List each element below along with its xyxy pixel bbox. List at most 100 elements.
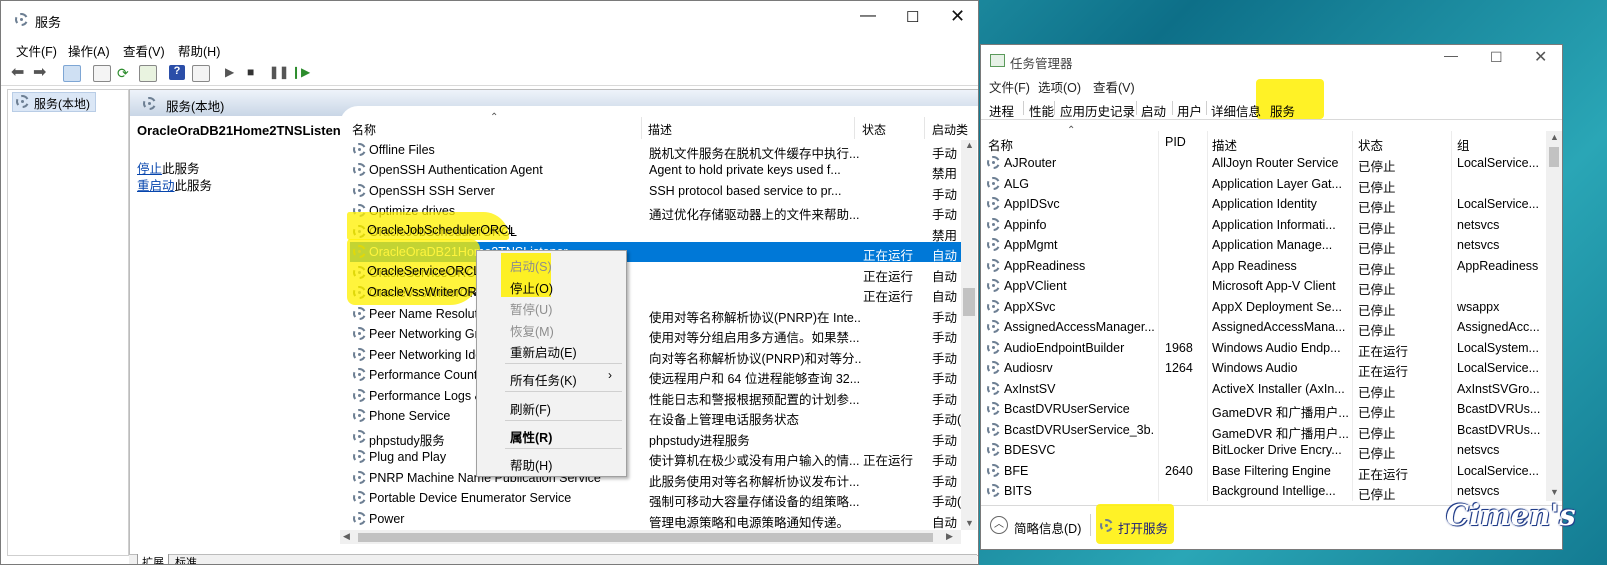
tab-details[interactable]: 详细信息	[1211, 101, 1261, 120]
tm-column-group[interactable]: 组	[1457, 135, 1470, 154]
column-status[interactable]: 状态	[862, 121, 886, 138]
service-row[interactable]: phpstudy服务 phpstudy进程服务 手动	[350, 427, 970, 448]
fewer-details-button[interactable]: 简略信息(D)	[1014, 518, 1081, 537]
menu-view[interactable]: 查看(V)	[123, 41, 165, 60]
menu-item-resume[interactable]: 恢复(M)	[510, 321, 554, 340]
tm-close-button[interactable]: ✕	[1534, 47, 1547, 67]
service-row[interactable]: Power 管理电源策略和电源策略通知传递。 自动	[350, 509, 970, 530]
service-row[interactable]: OpenSSH SSH Server SSH protocol based ser…	[350, 181, 970, 202]
tm-column-pid[interactable]: PID	[1165, 135, 1186, 149]
tab-services[interactable]: 服务	[1270, 101, 1295, 120]
forward-arrow-icon[interactable]: ➡	[33, 62, 49, 81]
scroll-right-icon[interactable]: ▶	[946, 531, 953, 542]
tm-service-row[interactable]: AppVClient Microsoft App-V Client 已停止	[981, 276, 1546, 297]
stop-service-icon[interactable]: ■	[247, 65, 263, 80]
tm-service-row[interactable]: BDESVC BitLocker Drive Encry... 已停止 netsvcs	[981, 440, 1546, 461]
column-name[interactable]: 名称	[352, 121, 376, 138]
tm-service-row[interactable]: AudioEndpointBuilder 1968 Windows Audio En…	[981, 338, 1546, 359]
tm-menu-view[interactable]: 查看(V)	[1093, 77, 1135, 96]
service-row[interactable]: PNRP Machine Name Publication Service 此服务…	[350, 468, 970, 489]
menu-item-refresh[interactable]: 刷新(F)	[510, 399, 551, 418]
scroll-left-icon[interactable]: ◀	[343, 531, 350, 542]
menu-action[interactable]: 操作(A)	[68, 41, 110, 60]
service-row[interactable]: Portable Device Enumerator Service 强制可移动大…	[350, 488, 974, 509]
menu-file[interactable]: 文件(F)	[16, 41, 57, 60]
minimize-button[interactable]: —	[860, 7, 876, 25]
tm-service-row[interactable]: AppMgmt Application Manage... 已停止 netsvcs	[981, 235, 1546, 256]
service-row[interactable]: Offline Files 脱机文件服务在脱机文件缓存中执行... 手动	[350, 140, 970, 161]
export-list-icon[interactable]	[139, 65, 157, 82]
menu-item-properties[interactable]: 属性(R)	[510, 427, 552, 446]
tab-standard[interactable]: 标准	[171, 554, 201, 564]
tm-scrollbar[interactable]: ▲ ▼	[1546, 131, 1562, 501]
open-services-link[interactable]: 打开服务	[1118, 518, 1168, 537]
service-row[interactable]: Peer Networking Grouping 使用对等分组启用多方通信。如果禁…	[350, 324, 970, 345]
column-startup-type[interactable]: 启动类	[932, 121, 968, 138]
tm-service-row[interactable]: BFE 2640 Base Filtering Engine 正在运行 LocalSer…	[981, 461, 1546, 482]
tm-service-row[interactable]: ALG Application Layer Gat... 已停止	[981, 174, 1546, 195]
help-icon[interactable]: ?	[169, 65, 185, 80]
tree-item-services-local[interactable]: 服务(本地)	[12, 92, 96, 112]
horizontal-scrollbar[interactable]: ◀ ▶	[340, 530, 961, 544]
tm-service-row[interactable]: Appinfo Application Informati... 已停止 netsvc…	[981, 215, 1546, 236]
service-row[interactable]: Plug and Play 使计算机在极少或没有用户输入的情... 正在运行 手动	[350, 447, 970, 468]
scrollbar-thumb[interactable]	[1549, 147, 1559, 167]
scroll-down-icon[interactable]: ▼	[965, 518, 974, 528]
tm-service-row[interactable]: BcastDVRUserService GameDVR 和广播用户... 已停止 Bc…	[981, 399, 1546, 420]
tm-service-row[interactable]: Audiosrv 1264 Windows Audio 正在运行 LocalServic…	[981, 358, 1546, 379]
scroll-up-icon[interactable]: ▲	[965, 140, 974, 150]
tab-users[interactable]: 用户	[1177, 101, 1202, 120]
restart-link[interactable]: 重启动	[137, 179, 175, 193]
tm-minimize-button[interactable]: —	[1444, 47, 1458, 63]
tm-column-status[interactable]: 状态	[1358, 135, 1383, 154]
menu-help[interactable]: 帮助(H)	[178, 41, 220, 60]
tm-service-row[interactable]: AxInstSV ActiveX Installer (AxIn... 已停止 AxI…	[981, 379, 1546, 400]
service-row[interactable]: Peer Networking Identity Manager 向对等名称解析协…	[350, 345, 970, 366]
tab-processes[interactable]: 进程	[989, 101, 1014, 120]
close-button[interactable]: ✕	[950, 6, 965, 27]
menu-item-stop[interactable]: 停止(O)	[510, 278, 553, 297]
service-row[interactable]: Performance Counter DLL Host 使远程用户和 64 位进…	[350, 365, 970, 386]
hscroll-thumb[interactable]	[358, 533, 933, 542]
tab-startup[interactable]: 启动	[1141, 101, 1166, 120]
scroll-up-icon[interactable]: ▲	[1550, 132, 1559, 142]
tm-menu-options[interactable]: 选项(O)	[1038, 77, 1081, 96]
menu-item-help[interactable]: 帮助(H)	[510, 455, 552, 474]
service-row[interactable]: OpenSSH Authentication Agent Agent to hol…	[350, 160, 970, 181]
tm-service-row[interactable]: AJRouter AllJoyn Router Service 已停止 LocalSe…	[981, 153, 1546, 174]
menu-item-start[interactable]: 启动(S)	[510, 256, 552, 275]
tm-column-name[interactable]: 名称	[988, 135, 1013, 154]
tm-service-row[interactable]: AssignedAccessManager... AssignedAccessMa…	[981, 317, 1546, 338]
stop-link[interactable]: 停止	[137, 162, 162, 176]
menu-item-pause[interactable]: 暂停(U)	[510, 299, 552, 318]
restart-service-icon[interactable]: ❙▶	[291, 65, 310, 80]
service-row[interactable]: Peer Name Resolution Protocol 使用对等名称解析协议(…	[350, 304, 970, 325]
tm-service-row[interactable]: AppIDSvc Application Identity 已停止 LocalServ…	[981, 194, 1546, 215]
maximize-button[interactable]: ☐	[906, 8, 919, 26]
tab-app-history[interactable]: 应用历史记录	[1060, 101, 1135, 120]
column-description[interactable]: 描述	[648, 121, 672, 138]
start-service-icon[interactable]: ▶	[225, 65, 241, 80]
tab-extended[interactable]: 扩展	[137, 554, 169, 564]
console-tree-icon[interactable]	[63, 65, 81, 82]
chevron-up-icon[interactable]: ︿	[990, 516, 1008, 534]
tab-performance[interactable]: 性能	[1029, 101, 1054, 120]
refresh-icon[interactable]: ⟳	[117, 65, 133, 81]
menu-item-all-tasks[interactable]: 所有任务(K)	[510, 370, 577, 389]
tm-service-row[interactable]: BcastDVRUserService_3b... GameDVR 和广播用户..…	[981, 420, 1546, 441]
service-row[interactable]: Performance Logs & Alerts 性能日志和警报根据预配置的计划…	[350, 386, 970, 407]
show-hide-pane-icon[interactable]	[192, 65, 210, 82]
tm-maximize-button[interactable]: ☐	[1490, 49, 1503, 66]
properties-toolbar-icon[interactable]	[93, 65, 111, 82]
tm-service-row[interactable]: AppReadiness App Readiness 已停止 AppReadiness	[981, 256, 1546, 277]
service-row[interactable]: Phone Service 在设备上管理电话服务状态 手动(触	[350, 406, 974, 427]
tm-service-row[interactable]: AppXSvc AppX Deployment Se... 已停止 wsappx	[981, 297, 1546, 318]
tm-column-description[interactable]: 描述	[1212, 135, 1237, 154]
service-list-scrollbar[interactable]: ▲ ▼	[961, 140, 977, 530]
scroll-down-icon[interactable]: ▼	[1550, 487, 1559, 497]
tm-menu-file[interactable]: 文件(F)	[989, 77, 1030, 96]
back-arrow-icon[interactable]: ⬅	[11, 62, 27, 81]
scrollbar-thumb[interactable]	[963, 288, 975, 316]
menu-item-restart[interactable]: 重新启动(E)	[510, 342, 577, 361]
pause-service-icon[interactable]: ❚❚	[269, 65, 289, 80]
